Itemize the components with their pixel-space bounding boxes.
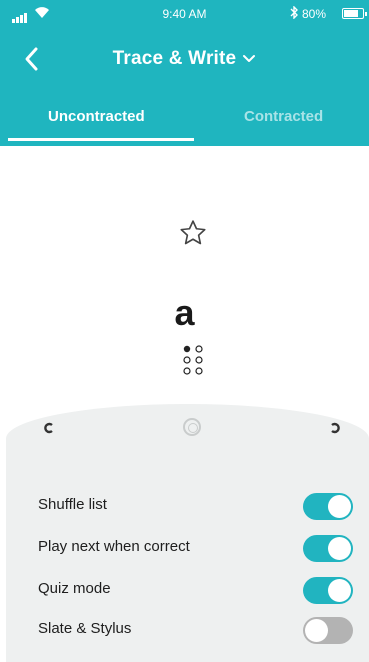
braille-dot-6 <box>195 367 203 375</box>
slate-stylus-toggle[interactable] <box>303 617 353 644</box>
page-title: Trace & Write <box>112 48 237 69</box>
star-icon <box>180 220 206 245</box>
setting-label: Play next when correct <box>38 538 190 555</box>
braille-dot-3 <box>183 367 191 375</box>
chevron-down-icon <box>243 54 256 62</box>
play-next-toggle[interactable] <box>303 535 353 562</box>
braille-dot-5 <box>195 356 203 364</box>
nav-bar: Trace & Write <box>0 40 369 80</box>
setting-row-slate: Slate & Stylus <box>38 612 358 648</box>
braille-cell-icon <box>181 344 207 380</box>
tab-contracted[interactable]: Contracted <box>244 108 323 125</box>
setting-label: Quiz mode <box>38 580 111 597</box>
bluetooth-icon <box>290 5 298 22</box>
setting-label: Slate & Stylus <box>38 620 132 637</box>
battery-percent: 80% <box>302 7 327 21</box>
battery-icon <box>342 8 367 19</box>
print-letter: a <box>174 292 195 333</box>
next-hint-glyph <box>330 418 340 439</box>
tab-indicator <box>8 138 194 141</box>
setting-row-play-next: Play next when correct <box>38 530 358 566</box>
title-dropdown[interactable]: Trace & Write <box>0 48 369 70</box>
setting-row-quiz: Quiz mode <box>38 572 358 608</box>
prev-hint-glyph <box>44 418 54 439</box>
favorite-star-button[interactable] <box>178 218 208 248</box>
tab-uncontracted[interactable]: Uncontracted <box>48 108 145 125</box>
braille-dot-1 <box>183 345 191 353</box>
status-bar: 9:40 AM 80% <box>0 0 369 30</box>
shuffle-list-toggle[interactable] <box>303 493 353 520</box>
app-header: 9:40 AM 80% Trace & Write Uncontracted C… <box>0 0 369 146</box>
braille-dot-2 <box>183 356 191 364</box>
sheet-drag-handle[interactable] <box>183 418 201 436</box>
setting-label: Shuffle list <box>38 496 107 513</box>
quiz-mode-toggle[interactable] <box>303 577 353 604</box>
braille-dot-4 <box>195 345 203 353</box>
setting-row-shuffle: Shuffle list <box>38 488 358 524</box>
